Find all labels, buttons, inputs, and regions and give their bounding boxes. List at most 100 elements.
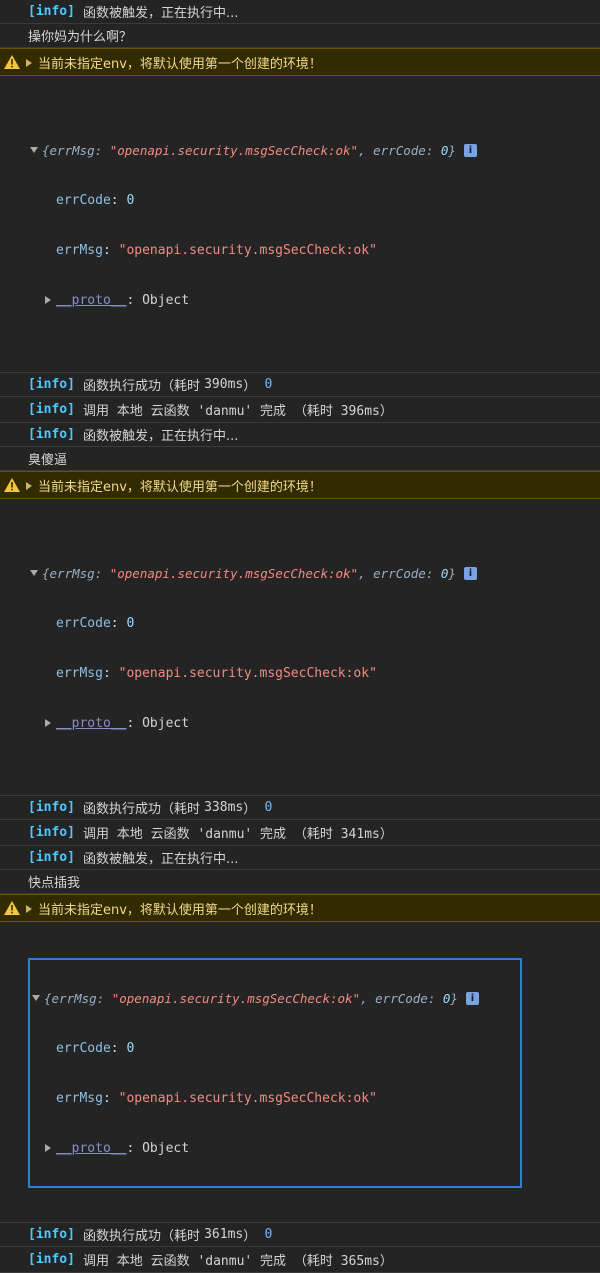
object-log: {errMsg: "openapi.security.msgSecCheck:o… xyxy=(0,76,600,373)
summary-key: {errMsg: xyxy=(44,990,112,1006)
summary-key: {errMsg: xyxy=(42,565,110,581)
log-success: [info] 函数执行成功（耗时 361ms） 0 xyxy=(0,1223,600,1247)
property-errmsg: errMsg: "openapi.security.msgSecCheck:ok… xyxy=(0,663,600,683)
property-key: errCode xyxy=(56,192,111,208)
warning-row[interactable]: 当前未指定env，将默认使用第一个创建的环境！ xyxy=(0,471,600,499)
property-errcode: errCode: 0 xyxy=(0,190,600,210)
info-icon[interactable]: i xyxy=(463,143,477,157)
property-key: errCode xyxy=(56,615,111,631)
collapse-arrow-icon[interactable] xyxy=(30,147,38,153)
trigger-text: 函数被触发，正在执行中... xyxy=(82,429,239,444)
console-panel: [info] 函数被触发，正在执行中... 操你妈为什么啊？ 当前未指定env，… xyxy=(0,0,600,1273)
success-code: 0 xyxy=(264,377,273,392)
call-text: 调用 本地 云函数 'danmu' 完成 （耗时 365ms） xyxy=(82,1254,393,1269)
expand-arrow-icon[interactable] xyxy=(26,905,32,913)
object-tree[interactable]: {errMsg: "openapi.security.msgSecCheck:o… xyxy=(0,110,600,340)
property-colon: : xyxy=(126,715,143,731)
success-ms: 390ms xyxy=(204,377,244,392)
info-tag: [info] xyxy=(28,800,75,815)
object-tree[interactable]: {errMsg: "openapi.security.msgSecCheck:o… xyxy=(0,533,600,763)
success-tail: ） xyxy=(243,379,257,394)
success-label: 函数执行成功（耗时 xyxy=(82,1229,205,1244)
property-value: Object xyxy=(142,1140,190,1156)
object-log: {errMsg: "openapi.security.msgSecCheck:o… xyxy=(0,922,600,1223)
info-tag: [info] xyxy=(28,825,75,840)
info-icon[interactable]: i xyxy=(465,991,479,1005)
trigger-text: 函数被触发，正在执行中... xyxy=(82,6,239,21)
trigger-text: 函数被触发，正在执行中... xyxy=(82,852,239,867)
log-trigger: [info] 函数被触发，正在执行中... xyxy=(0,846,600,870)
success-tail: ） xyxy=(243,1229,257,1244)
success-code: 0 xyxy=(264,1227,273,1242)
info-icon[interactable]: i xyxy=(463,566,477,580)
expand-arrow-icon[interactable] xyxy=(26,482,32,490)
log-user-text: 快点插我 xyxy=(0,870,600,894)
warning-row[interactable]: 当前未指定env，将默认使用第一个创建的环境！ xyxy=(0,48,600,76)
user-text: 臭傻逼 xyxy=(28,453,68,468)
success-ms: 338ms xyxy=(204,800,244,815)
summary-key: {errMsg: xyxy=(42,142,110,158)
object-summary[interactable]: {errMsg: "openapi.security.msgSecCheck:o… xyxy=(28,988,522,1008)
log-success: [info] 函数执行成功（耗时 338ms） 0 xyxy=(0,796,600,820)
log-trigger: [info] 函数被触发，正在执行中... xyxy=(0,423,600,447)
property-value: "openapi.security.msgSecCheck:ok" xyxy=(118,242,377,258)
summary-errmsg: "openapi.security.msgSecCheck:ok" xyxy=(111,990,361,1006)
property-key: errMsg xyxy=(56,665,103,681)
info-tag: [info] xyxy=(28,427,75,442)
property-proto[interactable]: __proto__: Object xyxy=(0,290,600,310)
summary-errmsg: "openapi.security.msgSecCheck:ok" xyxy=(109,565,359,581)
property-proto[interactable]: __proto__: Object xyxy=(0,713,600,733)
property-colon: : xyxy=(102,242,119,258)
property-value: "openapi.security.msgSecCheck:ok" xyxy=(118,1090,377,1106)
expand-arrow-icon[interactable] xyxy=(45,1144,51,1152)
property-value: 0 xyxy=(126,192,135,208)
summary-key: , errCode: xyxy=(360,990,443,1006)
success-label: 函数执行成功（耗时 xyxy=(82,379,205,394)
property-colon: : xyxy=(102,1090,119,1106)
info-tag: [info] xyxy=(28,377,75,392)
user-text: 快点插我 xyxy=(28,876,81,891)
object-summary[interactable]: {errMsg: "openapi.security.msgSecCheck:o… xyxy=(0,140,600,160)
property-errcode: errCode: 0 xyxy=(28,1038,522,1058)
collapse-arrow-icon[interactable] xyxy=(30,570,38,576)
summary-brace: } xyxy=(450,990,458,1006)
warning-icon xyxy=(4,478,20,492)
expand-arrow-icon[interactable] xyxy=(45,296,51,304)
property-proto[interactable]: __proto__: Object xyxy=(28,1138,522,1158)
log-call-complete: [info] 调用 本地 云函数 'danmu' 完成 （耗时 396ms） xyxy=(0,397,600,423)
info-tag: [info] xyxy=(28,4,75,19)
success-label: 函数执行成功（耗时 xyxy=(82,802,205,817)
collapse-arrow-icon[interactable] xyxy=(32,995,40,1001)
info-tag: [info] xyxy=(28,402,75,417)
log-user-text: 操你妈为什么啊？ xyxy=(0,24,600,48)
call-text: 调用 本地 云函数 'danmu' 完成 （耗时 341ms） xyxy=(82,827,393,842)
property-errcode: errCode: 0 xyxy=(0,613,600,633)
warning-text: 当前未指定env，将默认使用第一个创建的环境！ xyxy=(38,479,322,495)
warning-text: 当前未指定env，将默认使用第一个创建的环境！ xyxy=(38,56,322,72)
info-tag: [info] xyxy=(28,850,75,865)
property-errmsg: errMsg: "openapi.security.msgSecCheck:ok… xyxy=(0,240,600,260)
expand-arrow-icon[interactable] xyxy=(26,59,32,67)
info-tag: [info] xyxy=(28,1227,75,1242)
property-colon: : xyxy=(102,665,119,681)
success-ms: 361ms xyxy=(204,1227,244,1242)
call-text: 调用 本地 云函数 'danmu' 完成 （耗时 396ms） xyxy=(82,404,393,419)
property-value: Object xyxy=(142,292,190,308)
property-colon: : xyxy=(126,292,143,308)
warning-row[interactable]: 当前未指定env，将默认使用第一个创建的环境！ xyxy=(0,894,600,922)
log-trigger: [info] 函数被触发，正在执行中... xyxy=(0,0,600,24)
log-call-complete: [info] 调用 本地 云函数 'danmu' 完成 （耗时 365ms） xyxy=(0,1247,600,1273)
success-code: 0 xyxy=(264,800,273,815)
warning-text: 当前未指定env，将默认使用第一个创建的环境！ xyxy=(38,902,322,918)
object-summary[interactable]: {errMsg: "openapi.security.msgSecCheck:o… xyxy=(0,563,600,583)
property-key: errMsg xyxy=(56,1090,103,1106)
property-colon: : xyxy=(110,1040,127,1056)
summary-brace: } xyxy=(448,142,456,158)
property-value: "openapi.security.msgSecCheck:ok" xyxy=(118,665,377,681)
warning-icon xyxy=(4,55,20,69)
summary-key: , errCode: xyxy=(358,142,441,158)
success-tail: ） xyxy=(243,802,257,817)
expand-arrow-icon[interactable] xyxy=(45,719,51,727)
object-tree-selected[interactable]: {errMsg: "openapi.security.msgSecCheck:o… xyxy=(28,958,522,1188)
property-key: errCode xyxy=(56,1040,111,1056)
